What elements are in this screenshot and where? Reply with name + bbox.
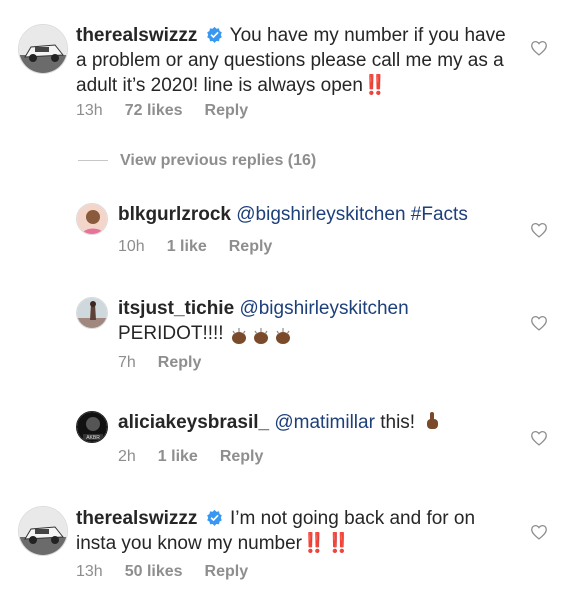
mention-link[interactable]: @bigshirleyskitchen <box>239 298 408 319</box>
comment-likes[interactable]: 50 likes <box>125 563 183 580</box>
svg-text:AKBR: AKBR <box>86 435 100 441</box>
reply-button[interactable]: Reply <box>229 238 273 255</box>
reply-button[interactable]: Reply <box>205 563 249 580</box>
heart-icon[interactable] <box>530 222 548 238</box>
comment-username[interactable]: aliciakeysbrasil_ <box>118 412 269 433</box>
comment-body: therealswizzz You have my number if you … <box>76 23 516 98</box>
comment-timestamp: 7h <box>118 354 136 371</box>
reply-button[interactable]: Reply <box>205 102 249 119</box>
comment-likes[interactable]: 72 likes <box>125 102 183 119</box>
comment-meta: 13h 50 likes Reply <box>76 563 270 581</box>
avatar[interactable] <box>76 203 108 235</box>
comment-timestamp: 13h <box>76 563 103 580</box>
mention-link[interactable]: @bigshirleyskitchen <box>236 204 405 225</box>
view-previous-replies[interactable]: View previous replies (16) <box>78 152 316 170</box>
comment-username[interactable]: therealswizzz <box>76 508 197 529</box>
comment-body: itsjust_tichie @bigshirleyskitchen PERID… <box>118 296 518 349</box>
comment-text: this! <box>380 412 416 433</box>
comment-body: blkgurlzrock @bigshirleyskitchen #Facts <box>118 202 518 227</box>
comment-username[interactable]: therealswizzz <box>76 25 197 46</box>
comment-timestamp: 2h <box>118 448 136 465</box>
comment-body: therealswizzz I’m not going back and for… <box>76 506 516 556</box>
verified-badge-icon <box>206 509 222 526</box>
double-exclamation-emoji: ‼️ ‼️ <box>302 533 351 554</box>
heart-icon[interactable] <box>530 40 548 56</box>
comment-username[interactable]: itsjust_tichie <box>118 298 234 319</box>
reply-button[interactable]: Reply <box>158 354 202 371</box>
heart-icon[interactable] <box>530 315 548 331</box>
heart-icon[interactable] <box>530 430 548 446</box>
comment-timestamp: 13h <box>76 102 103 119</box>
comment-likes[interactable]: 1 like <box>167 238 207 255</box>
avatar[interactable]: AKBR <box>76 411 108 443</box>
comment-likes[interactable]: 1 like <box>158 448 198 465</box>
comment-meta: 7h Reply <box>118 354 223 372</box>
comment-username[interactable]: blkgurlzrock <box>118 204 231 225</box>
view-previous-label[interactable]: View previous replies (16) <box>120 152 316 169</box>
reply-button[interactable]: Reply <box>220 448 264 465</box>
mention-link[interactable]: @matimillar <box>274 412 375 433</box>
comment-meta: 10h 1 like Reply <box>118 238 294 256</box>
hashtag-link[interactable]: #Facts <box>411 204 468 225</box>
avatar[interactable] <box>18 506 68 556</box>
verified-badge-icon <box>206 26 222 43</box>
clapping-hands-emoji <box>229 324 295 349</box>
avatar[interactable] <box>76 297 108 329</box>
comment-timestamp: 10h <box>118 238 145 255</box>
comment-meta: 13h 72 likes Reply <box>76 102 270 120</box>
pointing-up-emoji <box>427 412 439 429</box>
double-exclamation-emoji: ‼️ <box>362 75 387 96</box>
comment-meta: 2h 1 like Reply <box>118 448 285 466</box>
avatar[interactable] <box>18 24 68 74</box>
comment-body: aliciakeysbrasil_ @matimillar this! 👆🏾 <box>118 410 518 435</box>
heart-icon[interactable] <box>530 524 548 540</box>
divider-line <box>78 160 108 162</box>
comment-text: PERIDOT!!!! <box>118 323 224 344</box>
